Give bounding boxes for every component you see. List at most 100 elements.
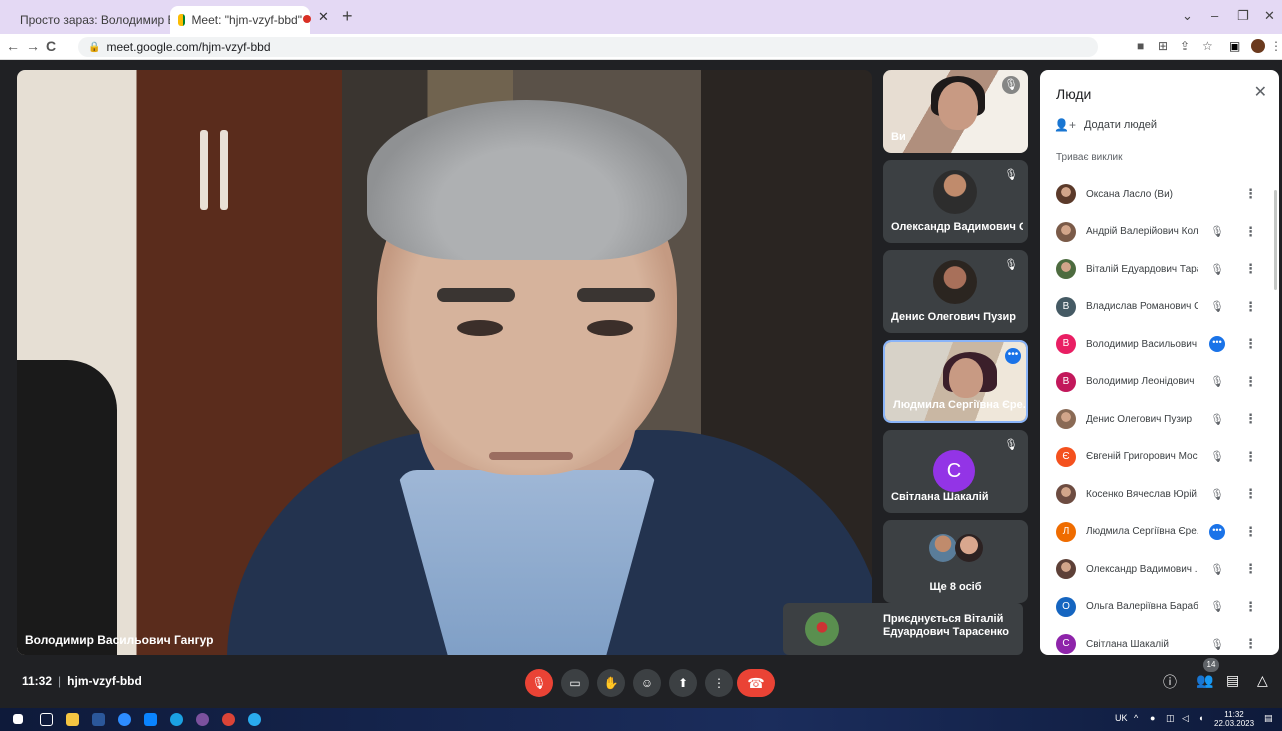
camera-in-use-icon[interactable]: ■ <box>1137 39 1144 53</box>
chevron-down-icon[interactable]: ⌄ <box>1182 8 1193 24</box>
task-view-icon[interactable] <box>40 713 53 726</box>
meeting-info-icon[interactable]: ⓘ <box>1163 672 1177 692</box>
participant-more-button[interactable]: ⋮ <box>1244 261 1257 277</box>
participant-tile-selected[interactable]: ••• Людмила Сергіївна Єре... <box>883 340 1028 423</box>
participant-more-button[interactable]: ⋮ <box>1244 599 1257 615</box>
tab-gmail[interactable]: Просто зараз: Володимир Вася ✕ <box>6 6 211 34</box>
viber-icon[interactable] <box>196 713 209 726</box>
tab-meet[interactable]: Meet: "hjm-vzyf-bbd" <box>170 6 310 34</box>
close-icon[interactable]: ✕ <box>318 9 329 25</box>
chevron-up-icon[interactable]: ^ <box>1134 713 1138 723</box>
tab-meet-title: Meet: "hjm-vzyf-bbd" <box>191 13 302 27</box>
participant-tile[interactable]: 🎙 Олександр Вадимович С... <box>883 160 1028 243</box>
participant-tile-self[interactable]: 🎙 Ви <box>883 70 1028 153</box>
windows-start-icon[interactable] <box>13 714 23 724</box>
add-people-button[interactable]: 👤+ Додати людей <box>1054 118 1157 132</box>
raise-hand-button[interactable]: ✋ <box>597 669 625 697</box>
person-eye <box>587 320 633 336</box>
participant-row[interactable]: В Владислав Романович С... 🎙 ⋮ <box>1040 289 1279 325</box>
participant-more-button[interactable]: ⋮ <box>1244 561 1257 577</box>
chrome-icon[interactable] <box>222 713 235 726</box>
person-hair <box>367 100 687 260</box>
system-clock[interactable]: 11:32 22.03.2023 <box>1214 710 1254 728</box>
emoji-button[interactable]: ☺ <box>633 669 661 697</box>
minimize-button[interactable]: – <box>1211 8 1218 23</box>
people-icon[interactable]: 👥 <box>1196 672 1213 689</box>
participant-avatar <box>929 534 957 562</box>
participant-row[interactable]: Є Євгеній Григорович Мос... 🎙 ⋮ <box>1040 439 1279 475</box>
participant-more-button[interactable]: ⋮ <box>1244 224 1257 240</box>
kebab-menu-icon[interactable]: ⋮ <box>1270 39 1282 53</box>
restore-button[interactable]: ❐ <box>1237 8 1249 24</box>
participant-row[interactable]: Оксана Ласло (Ви) ⋮ <box>1040 176 1279 212</box>
tile-name: Людмила Сергіївна Єре... <box>893 399 1025 411</box>
participant-row[interactable]: Олександр Вадимович ... 🎙 ⋮ <box>1040 551 1279 587</box>
participant-more-button[interactable]: ⋮ <box>1244 299 1257 315</box>
participant-row[interactable]: С Світлана Шакалій 🎙 ⋮ <box>1040 626 1279 655</box>
participant-more-button[interactable]: ⋮ <box>1244 636 1257 652</box>
mic-tray-icon[interactable]: ● <box>1150 713 1155 723</box>
add-people-label: Додати людей <box>1083 119 1158 131</box>
participant-more-button[interactable]: ⋮ <box>1244 411 1257 427</box>
sidepanel-icon[interactable]: ▣ <box>1229 39 1240 53</box>
participant-more-button[interactable]: ⋮ <box>1244 336 1257 352</box>
participant-more-button[interactable]: ⋮ <box>1244 374 1257 390</box>
store-icon[interactable] <box>144 713 157 726</box>
telegram-icon[interactable] <box>248 713 261 726</box>
close-icon[interactable]: ✕ <box>1254 82 1267 102</box>
zoom-icon[interactable] <box>118 713 131 726</box>
url-input[interactable]: 🔒 meet.google.com/hjm-vzyf-bbd <box>78 37 1098 57</box>
present-screen-button[interactable]: ⬆ <box>669 669 697 697</box>
participant-more-button[interactable]: ⋮ <box>1244 486 1257 502</box>
participant-avatar: С <box>933 450 975 492</box>
leave-call-button[interactable]: ☎ <box>737 669 775 697</box>
more-options-button[interactable]: ⋮ <box>705 669 733 697</box>
participant-row[interactable]: Андрій Валерійович Кол... 🎙 ⋮ <box>1040 214 1279 250</box>
back-button[interactable]: ← <box>6 38 20 54</box>
people-count-badge: 14 <box>1203 658 1219 672</box>
share-icon[interactable]: ⇪ <box>1180 39 1190 53</box>
tile-name: Денис Олегович Пузир <box>891 311 1016 323</box>
new-tab-button[interactable]: + <box>342 6 353 27</box>
speaker-icon[interactable]: ◖ <box>1198 713 1203 723</box>
profile-avatar[interactable] <box>1251 39 1265 53</box>
participant-name: Оксана Ласло (Ви) <box>1086 188 1174 200</box>
edge-icon[interactable] <box>170 713 183 726</box>
notifications-icon[interactable]: ▤ <box>1264 713 1273 724</box>
mic-toggle-button[interactable]: 🎙 <box>525 669 553 697</box>
participant-more-button[interactable]: ⋮ <box>1244 524 1257 540</box>
network-icon[interactable]: ◫ <box>1166 713 1175 724</box>
mic-off-icon: 🎙 <box>1210 638 1224 651</box>
participant-tile[interactable]: 🎙 Денис Олегович Пузир <box>883 250 1028 333</box>
participant-row[interactable]: В Володимир Васильович ... ••• ⋮ <box>1040 326 1279 362</box>
participant-name: Ольга Валеріївна Бараб... <box>1086 601 1198 612</box>
reload-button[interactable]: C <box>46 38 56 54</box>
window-close-button[interactable]: ✕ <box>1264 8 1275 24</box>
participant-row[interactable]: В Володимир Леонідович ... 🎙 ⋮ <box>1040 364 1279 400</box>
word-icon[interactable] <box>92 713 105 726</box>
participant-row[interactable]: Віталій Едуардович Тара... 🎙 ⋮ <box>1040 251 1279 287</box>
activities-icon[interactable]: △ <box>1257 672 1268 689</box>
participant-more-button[interactable]: ⋮ <box>1244 449 1257 465</box>
forward-button[interactable]: → <box>26 38 40 54</box>
participant-row[interactable]: О Ольга Валеріївна Бараб... 🎙 ⋮ <box>1040 589 1279 625</box>
participant-avatar: В <box>1056 371 1076 392</box>
file-explorer-icon[interactable] <box>66 713 79 726</box>
participant-row[interactable]: Косенко Вячеслав Юрій... 🎙 ⋮ <box>1040 476 1279 512</box>
more-participants-tile[interactable]: Ще 8 осіб <box>883 520 1028 603</box>
participant-row[interactable]: Л Людмила Сергіївна Єре... ••• ⋮ <box>1040 514 1279 550</box>
participant-row[interactable]: Денис Олегович Пузир 🎙 ⋮ <box>1040 401 1279 437</box>
person-eye <box>457 320 503 336</box>
mic-off-icon: 🎙 <box>1210 226 1224 238</box>
participant-avatar <box>1056 559 1076 579</box>
mic-off-icon: 🎙 <box>1004 169 1018 181</box>
participant-more-button[interactable]: ⋮ <box>1244 186 1257 202</box>
translate-icon[interactable]: ⊞ <box>1158 39 1168 53</box>
camera-toggle-button[interactable]: ▭ <box>561 669 589 697</box>
join-notification: Приєднується Віталій Едуардович Тарасенк… <box>783 603 1023 655</box>
chat-icon[interactable]: ▤ <box>1226 672 1239 689</box>
language-indicator[interactable]: UK <box>1115 713 1128 723</box>
volume-icon[interactable]: ◁ <box>1182 713 1189 724</box>
bookmark-star-icon[interactable]: ☆ <box>1202 39 1213 53</box>
participant-tile[interactable]: С 🎙 Світлана Шакалій <box>883 430 1028 513</box>
